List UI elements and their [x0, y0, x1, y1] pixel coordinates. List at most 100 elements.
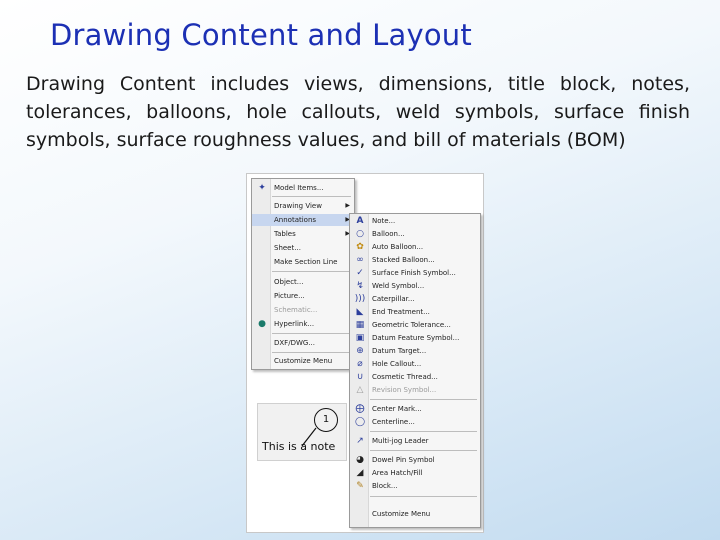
menu-item-schematic: Schematic...	[252, 304, 354, 316]
menu-item-model-items[interactable]: ✦ Model Items...	[252, 182, 354, 194]
menu-item-picture[interactable]: Picture...	[252, 290, 354, 302]
menu-item-label: Drawing View	[274, 202, 322, 210]
menu-item-label: Block...	[372, 482, 398, 490]
menu-item-stacked-balloon[interactable]: ∞ Stacked Balloon...	[350, 254, 480, 266]
balloon-icon: ○	[356, 229, 364, 239]
menu-item-geometric-tolerance[interactable]: ▦ Geometric Tolerance...	[350, 319, 480, 331]
datum-target-icon: ⊕	[356, 346, 364, 356]
slide-title: Drawing Content and Layout	[50, 18, 472, 52]
menu-item-annotations[interactable]: Annotations ▶	[252, 214, 354, 226]
multi-jog-leader-icon: ↗	[356, 436, 364, 446]
datum-feature-icon: ▣	[355, 333, 365, 343]
note-example: 1 This is a note	[257, 403, 347, 461]
menu-item-datum-feature-symbol[interactable]: ▣ Datum Feature Symbol...	[350, 332, 480, 344]
menu-item-cosmetic-thread[interactable]: ∪ Cosmetic Thread...	[350, 371, 480, 383]
menu-item-surface-finish-symbol[interactable]: ✓ Surface Finish Symbol...	[350, 267, 480, 279]
menu-item-dowel-pin-symbol[interactable]: ◕ Dowel Pin Symbol	[350, 454, 480, 466]
centerline-icon: ◯	[354, 417, 366, 427]
menu-item-dxf-dwg[interactable]: DXF/DWG...	[252, 337, 354, 349]
submenu-arrow-icon: ▶	[345, 202, 350, 209]
menu-item-multi-jog-leader[interactable]: ↗ Multi-jog Leader	[350, 435, 480, 447]
menu-item-make-section-line[interactable]: Make Section Line	[252, 256, 354, 268]
weld-symbol-icon: ↯	[356, 281, 364, 291]
menu-item-caterpillar[interactable]: ))) Caterpillar...	[350, 293, 480, 305]
menu-item-datum-target[interactable]: ⊕ Datum Target...	[350, 345, 480, 357]
auto-balloon-icon: ✿	[356, 242, 364, 252]
model-items-icon: ✦	[258, 183, 266, 193]
menu-item-end-treatment[interactable]: ◣ End Treatment...	[350, 306, 480, 318]
menu-item-label: Weld Symbol...	[372, 282, 425, 290]
menu-item-auto-balloon[interactable]: ✿ Auto Balloon...	[350, 241, 480, 253]
menu-item-centerline[interactable]: ◯ Centerline...	[350, 416, 480, 428]
menu-item-note[interactable]: A Note...	[350, 215, 480, 227]
menu-item-label: Hole Callout...	[372, 360, 422, 368]
menu-item-label: Balloon...	[372, 230, 405, 238]
menu-item-label: Datum Target...	[372, 347, 427, 355]
menu-item-label: Surface Finish Symbol...	[372, 269, 456, 277]
insert-menu: ✦ Model Items... Drawing View ▶ Annotati…	[251, 178, 355, 370]
menu-item-label: Revision Symbol...	[372, 386, 437, 394]
note-icon: A	[356, 216, 364, 226]
menu-item-center-mark[interactable]: ⨁ Center Mark...	[350, 403, 480, 415]
menu-separator	[370, 399, 477, 400]
menu-item-hyperlink[interactable]: ● Hyperlink...	[252, 318, 354, 330]
menu-item-label: Centerline...	[372, 418, 415, 426]
menu-item-label: Area Hatch/Fill	[372, 469, 423, 477]
note-text: This is a note	[262, 440, 336, 453]
menu-item-label: Auto Balloon...	[372, 243, 424, 251]
menu-item-object[interactable]: Object...	[252, 276, 354, 288]
menu-item-customize-menu[interactable]: Customize Menu	[252, 355, 354, 367]
menu-separator	[370, 496, 477, 497]
menu-item-label: Multi-jog Leader	[372, 437, 429, 445]
menu-item-label: Schematic...	[274, 306, 318, 314]
menu-item-area-hatch-fill[interactable]: ◢ Area Hatch/Fill	[350, 467, 480, 479]
menu-separator	[272, 196, 351, 197]
menu-item-label: Customize Menu	[274, 357, 333, 365]
menu-item-label: Object...	[274, 278, 304, 286]
annotations-submenu: A Note... ○ Balloon... ✿ Auto Balloon...…	[349, 213, 481, 528]
menu-item-weld-symbol[interactable]: ↯ Weld Symbol...	[350, 280, 480, 292]
menu-item-label: Geometric Tolerance...	[372, 321, 451, 329]
balloon-number: 1	[314, 408, 338, 432]
center-mark-icon: ⨁	[355, 404, 365, 414]
stacked-balloon-icon: ∞	[356, 255, 364, 265]
menu-separator	[370, 431, 477, 432]
caterpillar-icon: )))	[354, 294, 366, 304]
menu-separator	[272, 271, 351, 272]
block-icon: ✎	[356, 481, 364, 491]
menu-item-sheet[interactable]: Sheet...	[252, 242, 354, 254]
menu-item-label: Sheet...	[274, 244, 301, 252]
menu-item-label: Model Items...	[274, 184, 324, 192]
menu-separator	[370, 450, 477, 451]
menu-item-tables[interactable]: Tables ▶	[252, 228, 354, 240]
menu-item-drawing-view[interactable]: Drawing View ▶	[252, 200, 354, 212]
menu-item-label: Customize Menu	[372, 510, 431, 518]
menu-item-label: Tables	[274, 230, 296, 238]
menu-item-block[interactable]: ✎ Block...	[350, 480, 480, 492]
menu-item-hole-callout[interactable]: ⌀ Hole Callout...	[350, 358, 480, 370]
geometric-tolerance-icon: ▦	[355, 320, 365, 330]
menu-item-balloon[interactable]: ○ Balloon...	[350, 228, 480, 240]
menu-item-label: Picture...	[274, 292, 305, 300]
revision-symbol-icon: △	[356, 385, 364, 395]
menu-separator	[272, 333, 351, 334]
menu-separator	[272, 352, 351, 353]
menu-item-label: Note...	[372, 217, 396, 225]
menu-item-customize-menu[interactable]: Customize Menu	[350, 508, 480, 520]
menu-item-label: End Treatment...	[372, 308, 430, 316]
menu-item-revision-symbol: △ Revision Symbol...	[350, 384, 480, 396]
menu-item-label: Hyperlink...	[274, 320, 315, 328]
menu-item-label: Make Section Line	[274, 258, 338, 266]
menu-item-label: Annotations	[274, 216, 317, 224]
surface-finish-icon: ✓	[356, 268, 364, 278]
end-treatment-icon: ◣	[356, 307, 364, 317]
menu-item-label: Center Mark...	[372, 405, 422, 413]
slide-body-text: Drawing Content includes views, dimensio…	[26, 73, 690, 151]
menu-screenshot: ✦ Model Items... Drawing View ▶ Annotati…	[246, 173, 484, 533]
menu-item-label: Datum Feature Symbol...	[372, 334, 460, 342]
globe-icon: ●	[258, 319, 266, 329]
dowel-pin-icon: ◕	[356, 455, 364, 465]
menu-item-label: Cosmetic Thread...	[372, 373, 438, 381]
menu-item-label: DXF/DWG...	[274, 339, 315, 347]
menu-item-label: Caterpillar...	[372, 295, 415, 303]
